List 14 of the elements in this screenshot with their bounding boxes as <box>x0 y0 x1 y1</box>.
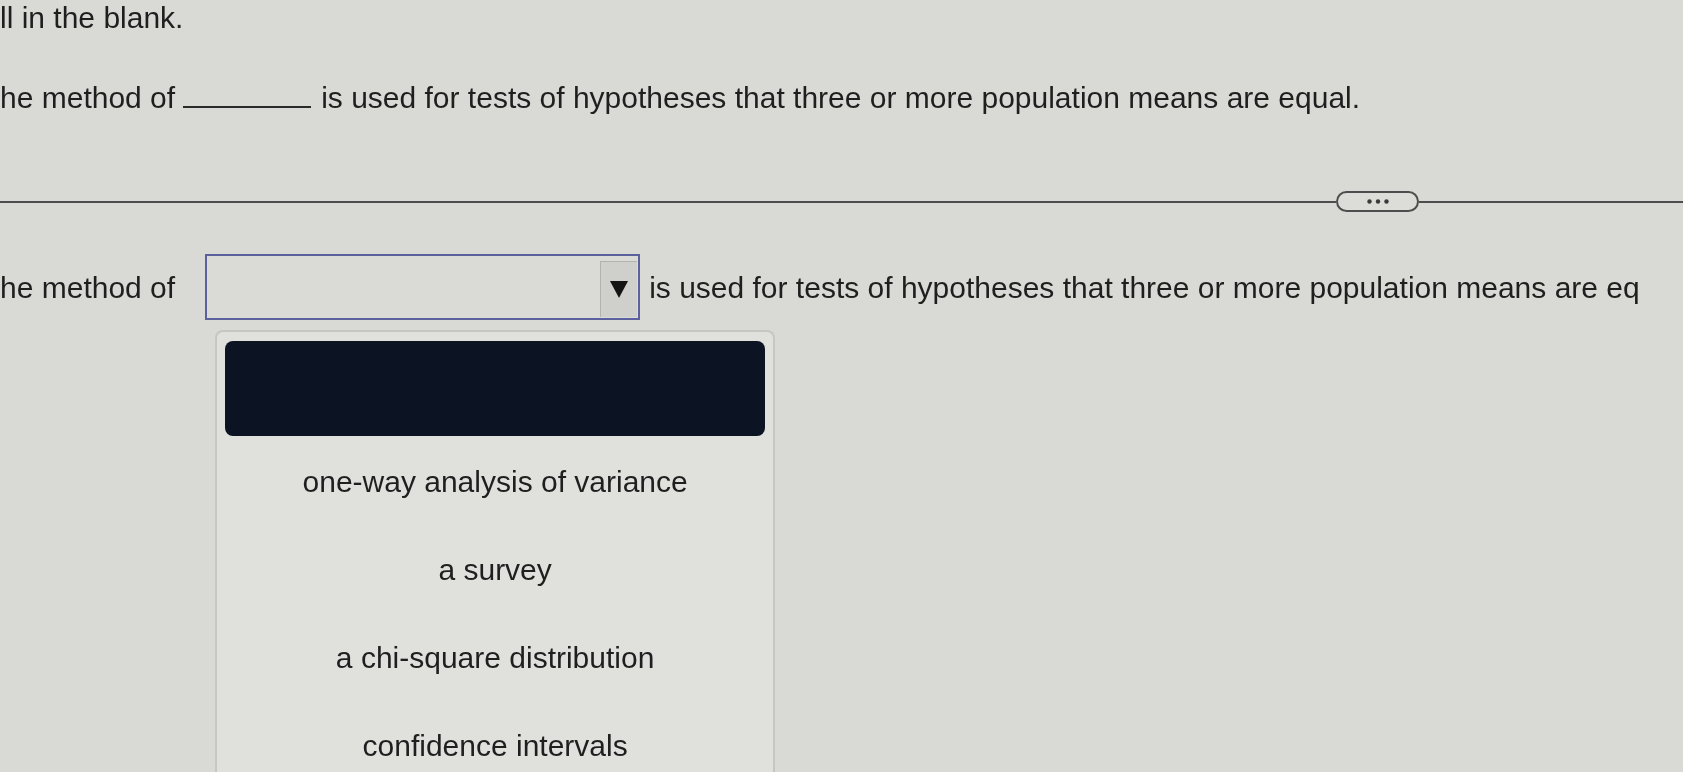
answer-text: is used for tests of hypotheses that three or more population means are eq <box>649 269 1640 305</box>
instruction-text: ll in the blank. <box>0 0 184 35</box>
caret-icon <box>610 281 629 298</box>
dropdown-option[interactable]: a chi-square distribution <box>331 640 659 675</box>
more-button[interactable] <box>1336 191 1419 212</box>
question-text: is used for tests of hypotheses that three or more population means are equal. <box>321 80 1361 115</box>
answer-text: he method of <box>0 269 176 305</box>
dropdown-option[interactable]: one-way analysis of variance <box>298 464 692 499</box>
ellipsis-icon <box>1366 199 1389 204</box>
dropdown-option[interactable]: confidence intervals <box>358 728 632 763</box>
dropdown-button[interactable] <box>600 261 638 317</box>
dropdown-field[interactable] <box>205 254 641 320</box>
dropdown-option[interactable]: a survey <box>434 552 556 587</box>
question-text: he method of <box>0 80 176 115</box>
